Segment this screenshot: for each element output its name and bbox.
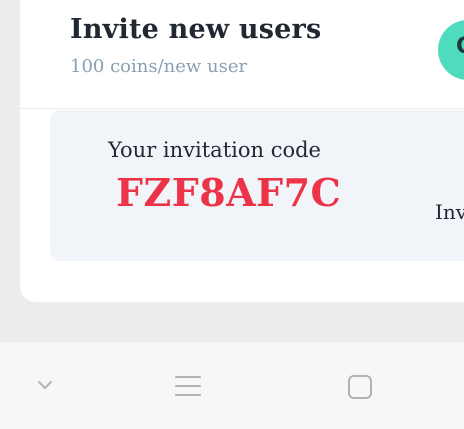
invitation-code-label: Your invitation code [108,138,321,162]
page-title: Invite new users [70,14,322,45]
invite-action-button-label: C [456,34,464,59]
page: Invite new users 100 coins/new user C Yo… [0,0,464,429]
chevron-down-icon[interactable] [35,375,55,395]
reward-subtitle: 100 coins/new user [70,56,248,77]
invite-link-label[interactable]: Inv [435,200,464,224]
invite-action-button[interactable]: C [438,20,464,80]
invitation-code-value[interactable]: FZF8AF7C [116,170,341,215]
invitation-code-panel: Your invitation code FZF8AF7C Inv [50,110,464,261]
menu-icon[interactable] [175,374,201,398]
divider [20,108,464,109]
system-nav-bar [0,342,464,429]
invite-card: Invite new users 100 coins/new user C Yo… [20,0,464,302]
square-icon[interactable] [346,373,374,401]
